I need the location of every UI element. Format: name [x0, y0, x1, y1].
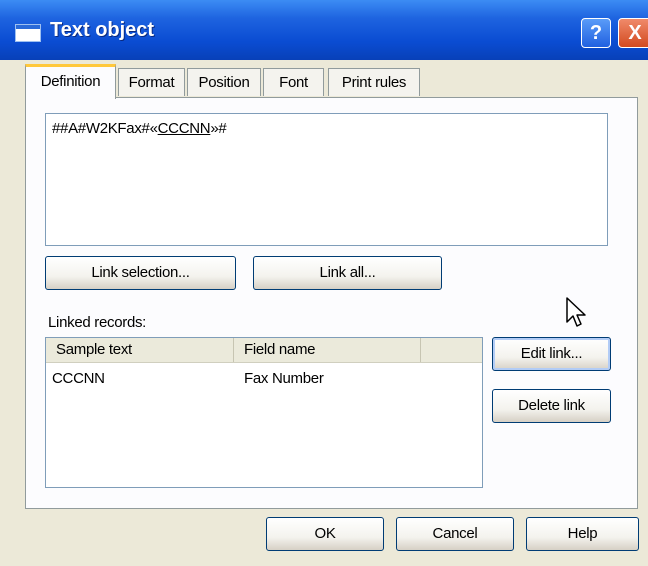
- tab-format[interactable]: Format: [118, 68, 185, 96]
- linked-records-label: Linked records:: [48, 314, 147, 331]
- column-header-filler: [421, 338, 482, 362]
- tab-print-rules[interactable]: Print rules: [328, 68, 420, 96]
- tab-position[interactable]: Position: [187, 68, 261, 96]
- editor-suffix: »#: [210, 120, 227, 137]
- editor-prefix: ##A#W2KFax#«: [52, 120, 158, 137]
- linked-records-list[interactable]: Sample text Field name CCCNN Fax Number: [45, 337, 483, 488]
- title-close-button[interactable]: X: [618, 18, 648, 48]
- title-bar[interactable]: Text object ? X: [0, 0, 648, 60]
- cancel-button[interactable]: Cancel: [396, 517, 514, 551]
- delete-link-button[interactable]: Delete link: [492, 389, 611, 423]
- link-all-button[interactable]: Link all...: [253, 256, 442, 290]
- column-header-sample-text[interactable]: Sample text: [46, 338, 234, 362]
- help-button[interactable]: Help: [526, 517, 639, 551]
- text-definition-editor[interactable]: ##A#W2KFax#«CCCNN»#: [45, 113, 608, 246]
- column-header-field-name[interactable]: Field name: [234, 338, 421, 362]
- mouse-pointer-icon: [566, 297, 586, 327]
- window-title: Text object: [50, 19, 155, 41]
- title-help-button[interactable]: ?: [581, 18, 611, 48]
- edit-link-button[interactable]: Edit link...: [492, 337, 611, 371]
- ok-button[interactable]: OK: [266, 517, 384, 551]
- link-selection-button[interactable]: Link selection...: [45, 256, 236, 290]
- text-object-dialog: Text object ? X Definition Format Positi…: [0, 0, 648, 566]
- cell-sample-text: CCCNN: [52, 370, 105, 387]
- tab-font[interactable]: Font: [263, 68, 324, 96]
- list-header: Sample text Field name: [46, 338, 482, 363]
- editor-linked-field[interactable]: CCCNN: [158, 120, 211, 137]
- list-item[interactable]: CCCNN Fax Number: [46, 368, 482, 390]
- cell-field-name: Fax Number: [244, 370, 324, 387]
- tab-definition[interactable]: Definition: [25, 64, 116, 99]
- window-icon: [15, 24, 41, 42]
